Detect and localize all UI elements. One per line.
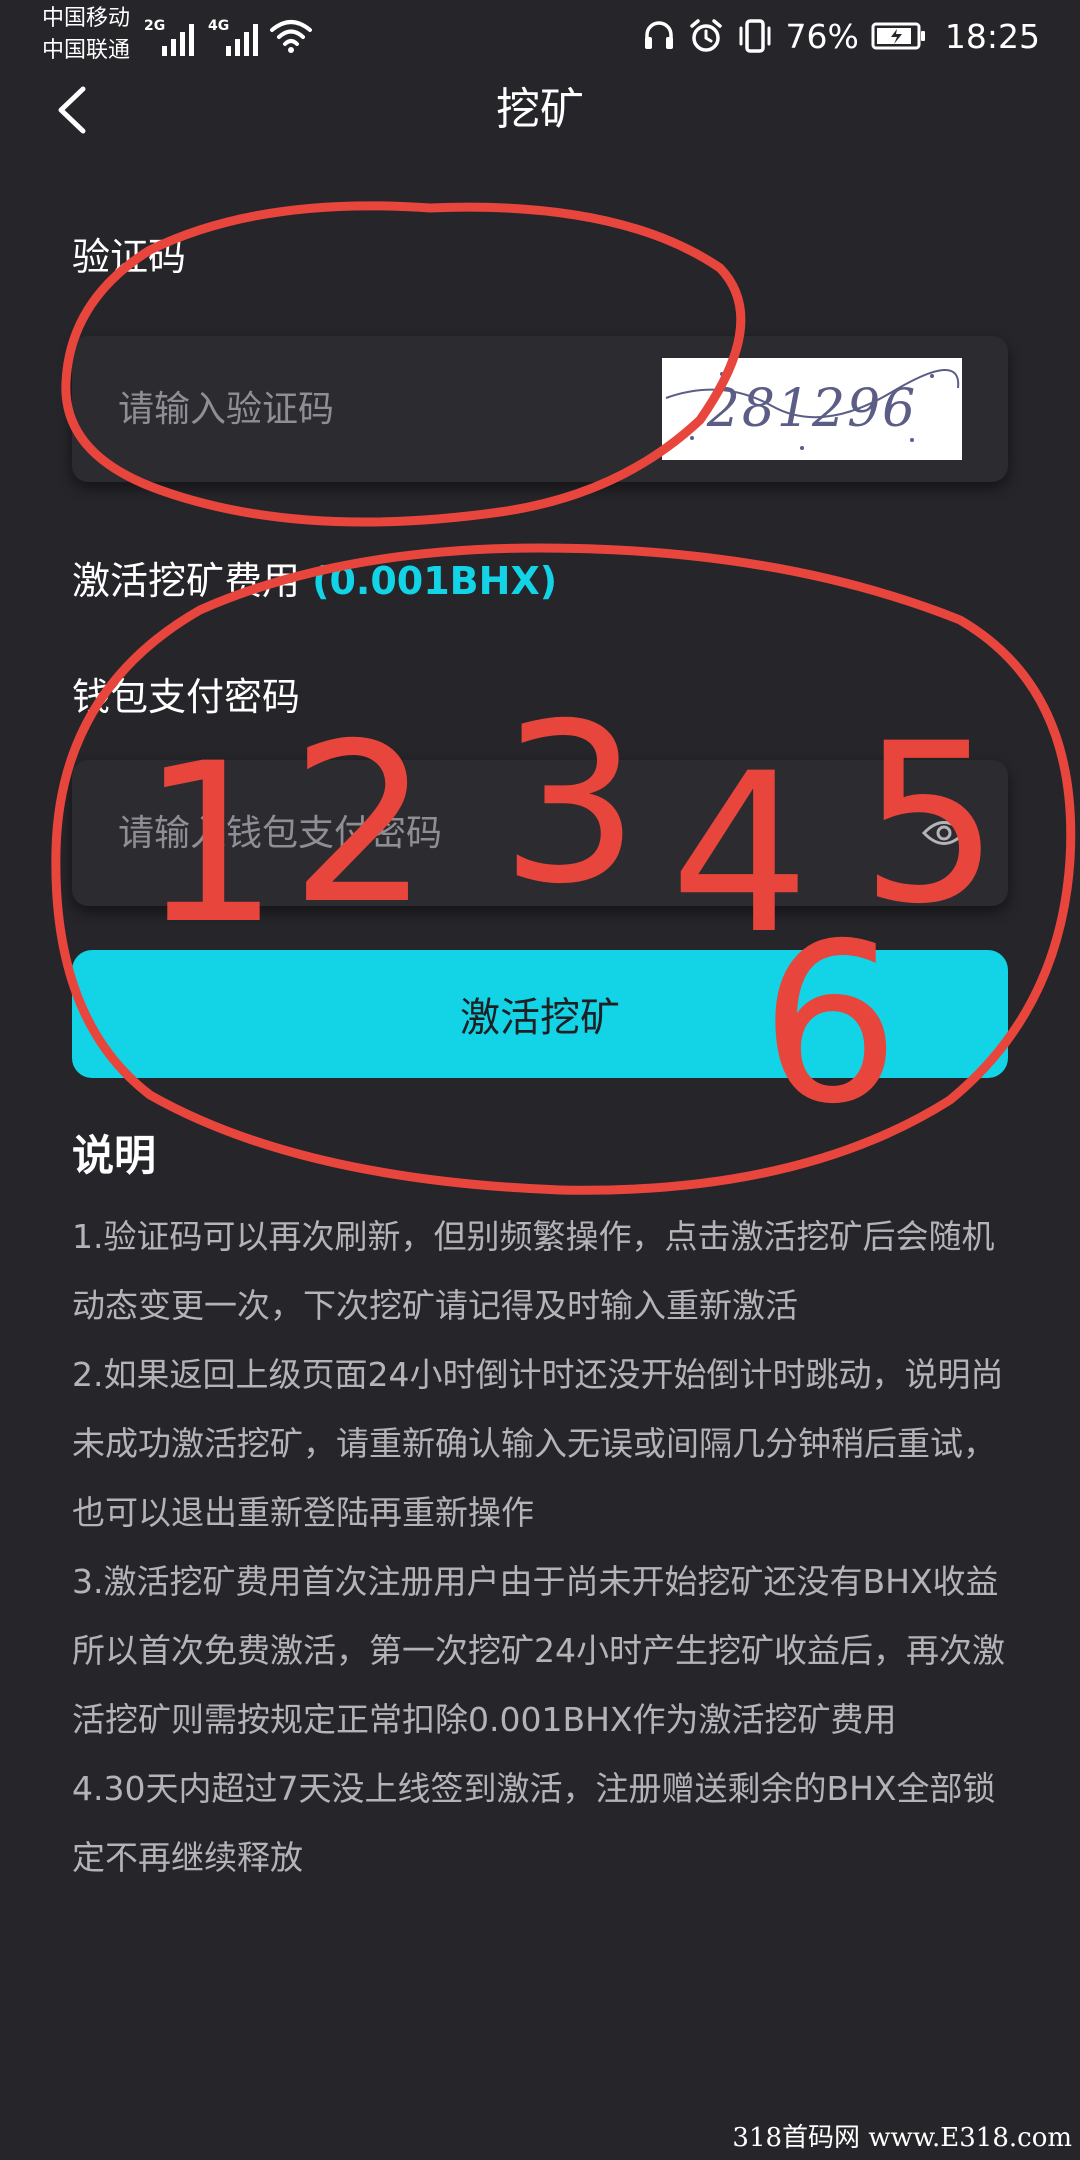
battery-percent: 76%	[785, 16, 859, 56]
captcha-input[interactable]	[118, 336, 678, 482]
password-field-card	[72, 760, 1008, 906]
captcha-field-card: 281296	[72, 336, 1008, 482]
note-item: 1.验证码可以再次刷新，但别频繁操作，点击激活挖矿后会随机动态变更一次，下次挖矿…	[72, 1217, 995, 1325]
carrier-2: 中国联通	[42, 38, 131, 63]
note-item: 4.30天内超过7天没上线签到激活，注册赠送剩余的BHX全部锁定不再继续释放	[72, 1769, 996, 1877]
notes-title: 说明	[72, 1131, 157, 1180]
password-label: 钱包支付密码	[72, 675, 301, 719]
chevron-left-icon	[58, 86, 86, 134]
fee-value: (0.001BHX)	[312, 559, 558, 603]
status-right: 76% 18:25	[642, 14, 1040, 58]
signal-icon	[226, 24, 258, 56]
watermark: 318首码网 www.E318.com	[732, 2123, 1072, 2153]
activate-mining-button[interactable]: 激活挖矿	[72, 950, 1008, 1078]
captcha-label: 验证码	[72, 235, 187, 279]
wifi-icon	[270, 20, 312, 53]
annotation-digits: 1 2 3 4 5 6	[140, 676, 1000, 1152]
captcha-code: 281296	[706, 379, 918, 439]
battery-icon	[871, 22, 925, 50]
headset-icon	[644, 21, 673, 49]
fee-label: 激活挖矿费用	[72, 559, 301, 603]
back-button[interactable]	[46, 78, 98, 142]
signal-icon	[162, 24, 194, 56]
clock: 18:25	[944, 16, 1040, 56]
captcha-image[interactable]: 281296	[662, 358, 962, 460]
password-visibility-toggle[interactable]	[918, 807, 970, 859]
notes-list: 1.验证码可以再次刷新，但别频繁操作，点击激活挖矿后会随机动态变更一次，下次挖矿…	[72, 1202, 1022, 1892]
note-item: 2.如果返回上级页面24小时倒计时还没开始倒计时跳动，说明尚未成功激活挖矿，请重…	[72, 1355, 1004, 1532]
carrier-1: 中国移动	[42, 6, 131, 31]
password-input[interactable]	[118, 760, 678, 906]
eye-icon	[922, 821, 966, 845]
vibrate-icon	[739, 19, 771, 53]
note-item: 3.激活挖矿费用首次注册用户由于尚未开始挖矿还没有BHX收益所以首次免费激活，第…	[72, 1562, 1005, 1739]
page-title: 挖矿	[496, 84, 584, 135]
alarm-icon	[689, 19, 722, 52]
fee-row: 激活挖矿费用 (0.001BHX)	[72, 550, 557, 605]
